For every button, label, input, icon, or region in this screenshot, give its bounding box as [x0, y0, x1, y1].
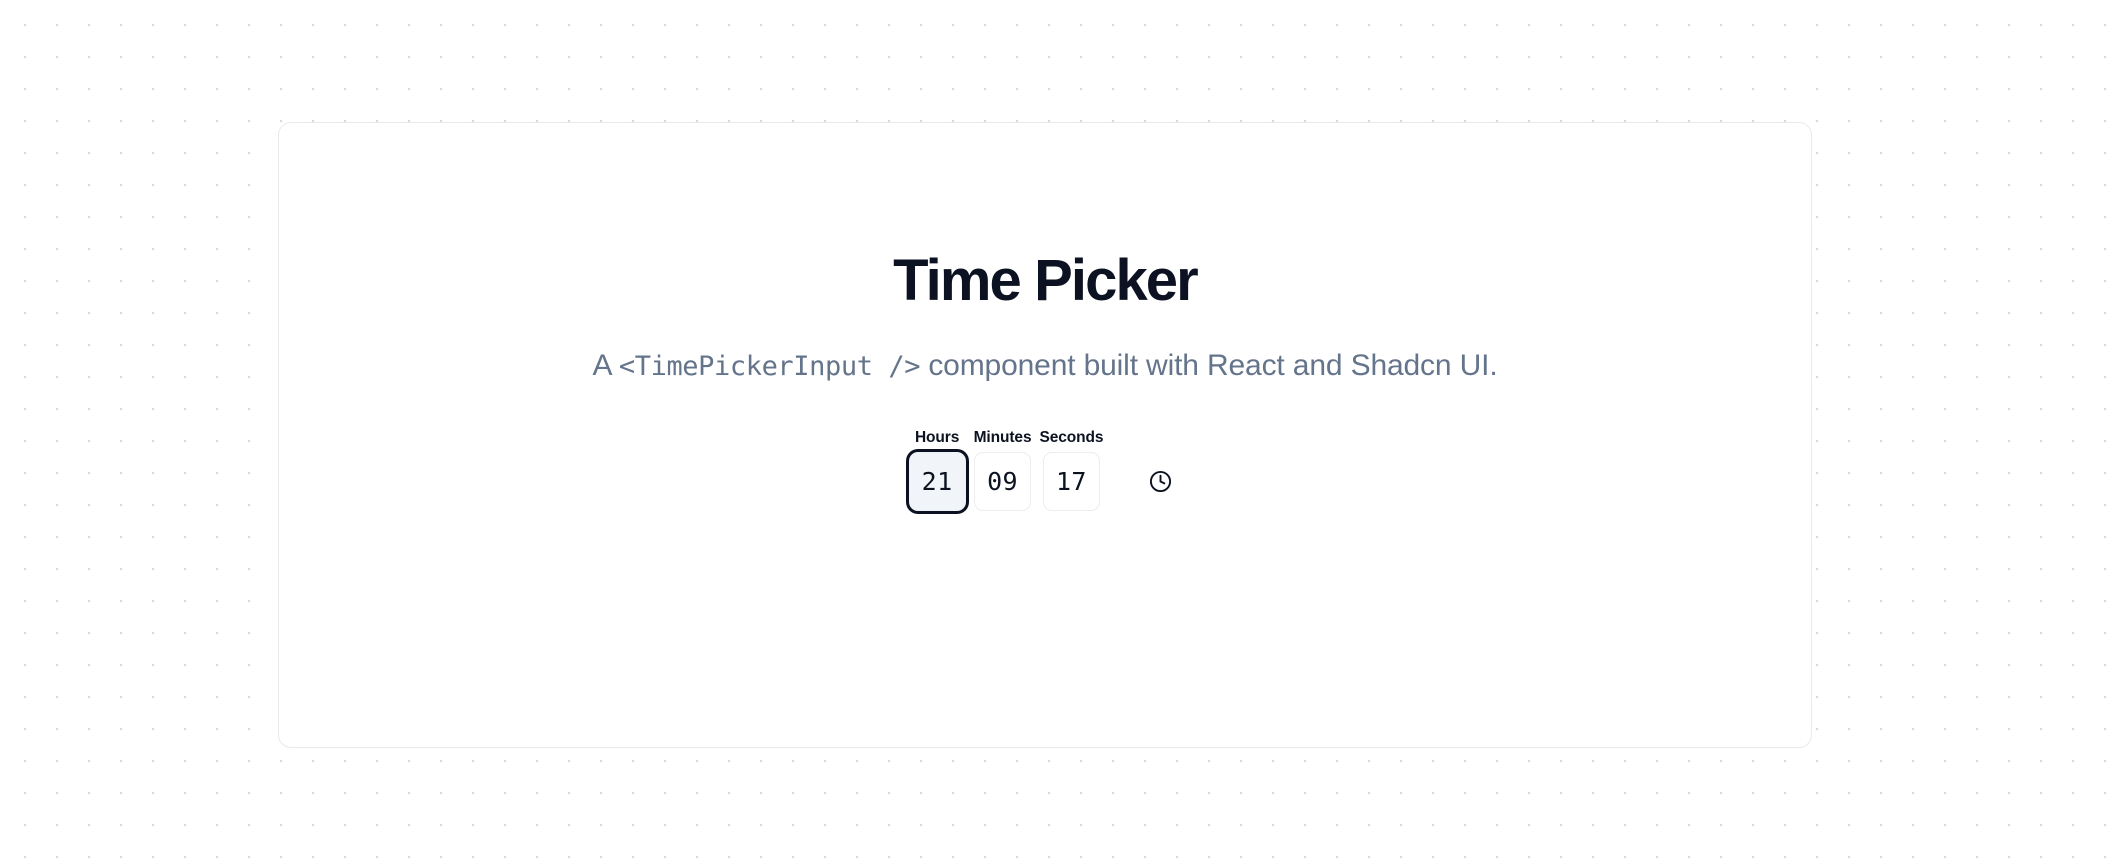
seconds-field: Seconds — [1039, 430, 1103, 511]
time-picker-group: Hours Minutes Seconds — [908, 429, 1182, 511]
hours-input[interactable] — [908, 451, 966, 511]
card-content: Time Picker A <TimePickerInput /> compon… — [279, 123, 1811, 511]
hours-field: Hours — [908, 429, 966, 511]
demo-card: Time Picker A <TimePickerInput /> compon… — [278, 122, 1812, 748]
page-subtitle: A <TimePickerInput /> component built wi… — [592, 345, 1497, 386]
subtitle-lead: A — [592, 348, 619, 382]
hours-label: Hours — [914, 429, 960, 447]
minutes-label: Minutes — [973, 429, 1032, 447]
minutes-field: Minutes — [974, 430, 1032, 511]
clock-icon — [1149, 470, 1171, 492]
page-title: Time Picker — [893, 248, 1199, 313]
clock-button[interactable] — [1139, 452, 1181, 511]
minutes-input[interactable] — [974, 451, 1032, 511]
subtitle-code-snippet: <TimePickerInput /> — [618, 350, 921, 382]
page-root: Time Picker A <TimePickerInput /> compon… — [0, 0, 2120, 868]
seconds-label: Seconds — [1039, 429, 1104, 447]
seconds-input[interactable] — [1042, 451, 1100, 511]
subtitle-tail: component built with React and Shadcn UI… — [920, 348, 1498, 382]
